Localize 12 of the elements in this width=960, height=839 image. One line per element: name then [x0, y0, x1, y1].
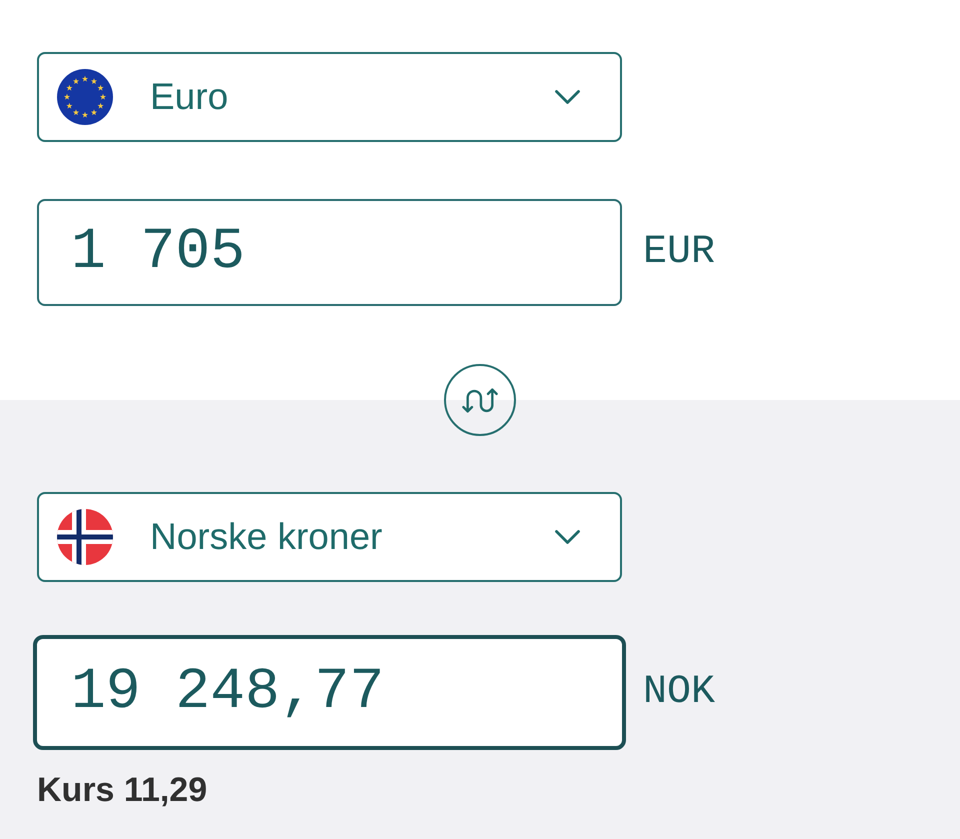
swap-button[interactable] [444, 364, 516, 436]
currency-dropdown[interactable]: Norske kroner [37, 492, 622, 582]
currency-code-label: EUR [643, 230, 716, 275]
amount-field[interactable]: 19 248,77 [33, 635, 626, 750]
chevron-down-icon [555, 530, 580, 544]
currency-dropdown[interactable]: Euro [37, 52, 622, 142]
exchange-rate-text: Kurs 11,29 [37, 771, 208, 810]
swap-arrows-icon [462, 386, 498, 414]
amount-field[interactable]: 1 705 [37, 199, 622, 306]
currency-code-label: NOK [643, 670, 716, 715]
eu-flag-icon [57, 69, 113, 125]
chevron-down-icon [555, 90, 580, 104]
